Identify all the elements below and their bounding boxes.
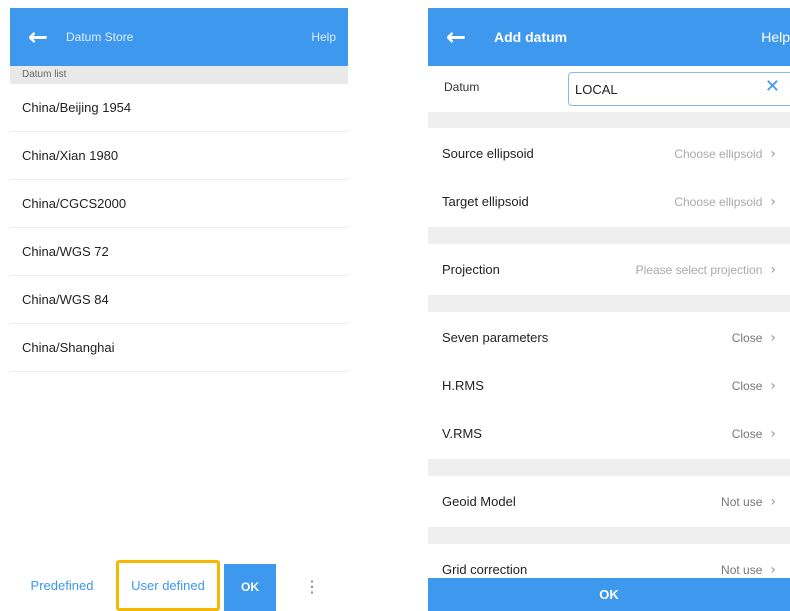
chevron-right-icon: ›: [770, 561, 776, 578]
clear-icon[interactable]: ✕: [765, 76, 780, 97]
bottom-bar: Predefined User defined OK ⋮: [10, 560, 348, 611]
seven-parameters-row[interactable]: Seven parameters Close ›: [428, 312, 790, 364]
row-label: Source ellipsoid: [442, 146, 534, 161]
row-label: V.RMS: [442, 426, 482, 441]
row-value: Not use: [721, 494, 763, 509]
row-value: Not use: [721, 562, 763, 577]
page-title: Datum Store: [66, 30, 134, 44]
list-item[interactable]: China/WGS 84: [10, 276, 348, 324]
back-arrow-icon[interactable]: ←: [438, 8, 474, 66]
list-item[interactable]: China/CGCS2000: [10, 180, 348, 228]
section-header: Datum list: [10, 66, 348, 84]
chevron-right-icon: ›: [770, 145, 776, 162]
row-label: Projection: [442, 262, 500, 277]
tab-user-defined[interactable]: User defined: [116, 560, 220, 611]
chevron-right-icon: ›: [770, 425, 776, 442]
page-title: Add datum: [494, 29, 568, 45]
row-label: Geoid Model: [442, 494, 516, 509]
row-value: Choose ellipsoid: [674, 146, 763, 161]
row-value: Please select projection: [635, 262, 763, 277]
help-button[interactable]: Help: [311, 8, 336, 66]
add-datum-screen: ← Add datum Help Datum ✕ Source ellipsoi…: [428, 0, 790, 611]
row-label: Grid correction: [442, 562, 528, 577]
divider: [428, 112, 790, 128]
datum-name-row: Datum ✕: [428, 66, 790, 112]
divider: [428, 460, 790, 476]
row-value: Close: [731, 426, 763, 441]
chevron-right-icon: ›: [770, 193, 776, 210]
divider: [428, 528, 790, 544]
chevron-right-icon: ›: [770, 493, 776, 510]
h-rms-row[interactable]: H.RMS Close ›: [428, 360, 790, 412]
geoid-model-row[interactable]: Geoid Model Not use ›: [428, 476, 790, 528]
app-bar: ← Datum Store Help: [10, 8, 348, 66]
list-item[interactable]: China/Shanghai: [10, 324, 348, 372]
datum-name-input[interactable]: [568, 72, 790, 106]
ok-button[interactable]: OK: [224, 564, 276, 611]
row-label: Target ellipsoid: [442, 194, 529, 209]
list-item[interactable]: China/WGS 72: [10, 228, 348, 276]
ok-button[interactable]: OK: [428, 578, 790, 611]
list-item[interactable]: China/Xian 1980: [10, 132, 348, 180]
source-ellipsoid-row[interactable]: Source ellipsoid Choose ellipsoid ›: [428, 128, 790, 180]
v-rms-row[interactable]: V.RMS Close ›: [428, 408, 790, 460]
row-value: Close: [731, 330, 763, 345]
datum-list: China/Beijing 1954 China/Xian 1980 China…: [10, 84, 348, 372]
app-bar: ← Add datum Help: [428, 8, 790, 66]
divider: [428, 296, 790, 312]
target-ellipsoid-row[interactable]: Target ellipsoid Choose ellipsoid ›: [428, 176, 790, 228]
chevron-right-icon: ›: [770, 377, 776, 394]
back-arrow-icon[interactable]: ←: [20, 8, 56, 66]
row-label: H.RMS: [442, 378, 484, 393]
datum-label: Datum: [444, 80, 480, 94]
row-value: Close: [731, 378, 763, 393]
projection-row[interactable]: Projection Please select projection ›: [428, 244, 790, 296]
row-label: Seven parameters: [442, 330, 549, 345]
tab-predefined[interactable]: Predefined: [10, 560, 114, 611]
list-item[interactable]: China/Beijing 1954: [10, 84, 348, 132]
more-options-icon[interactable]: ⋮: [276, 564, 348, 611]
chevron-right-icon: ›: [770, 261, 776, 278]
help-button[interactable]: Help: [761, 8, 790, 66]
chevron-right-icon: ›: [770, 329, 776, 346]
divider: [428, 228, 790, 244]
row-value: Choose ellipsoid: [674, 194, 763, 209]
datum-store-screen: ← Datum Store Help Datum list China/Beij…: [10, 0, 348, 611]
